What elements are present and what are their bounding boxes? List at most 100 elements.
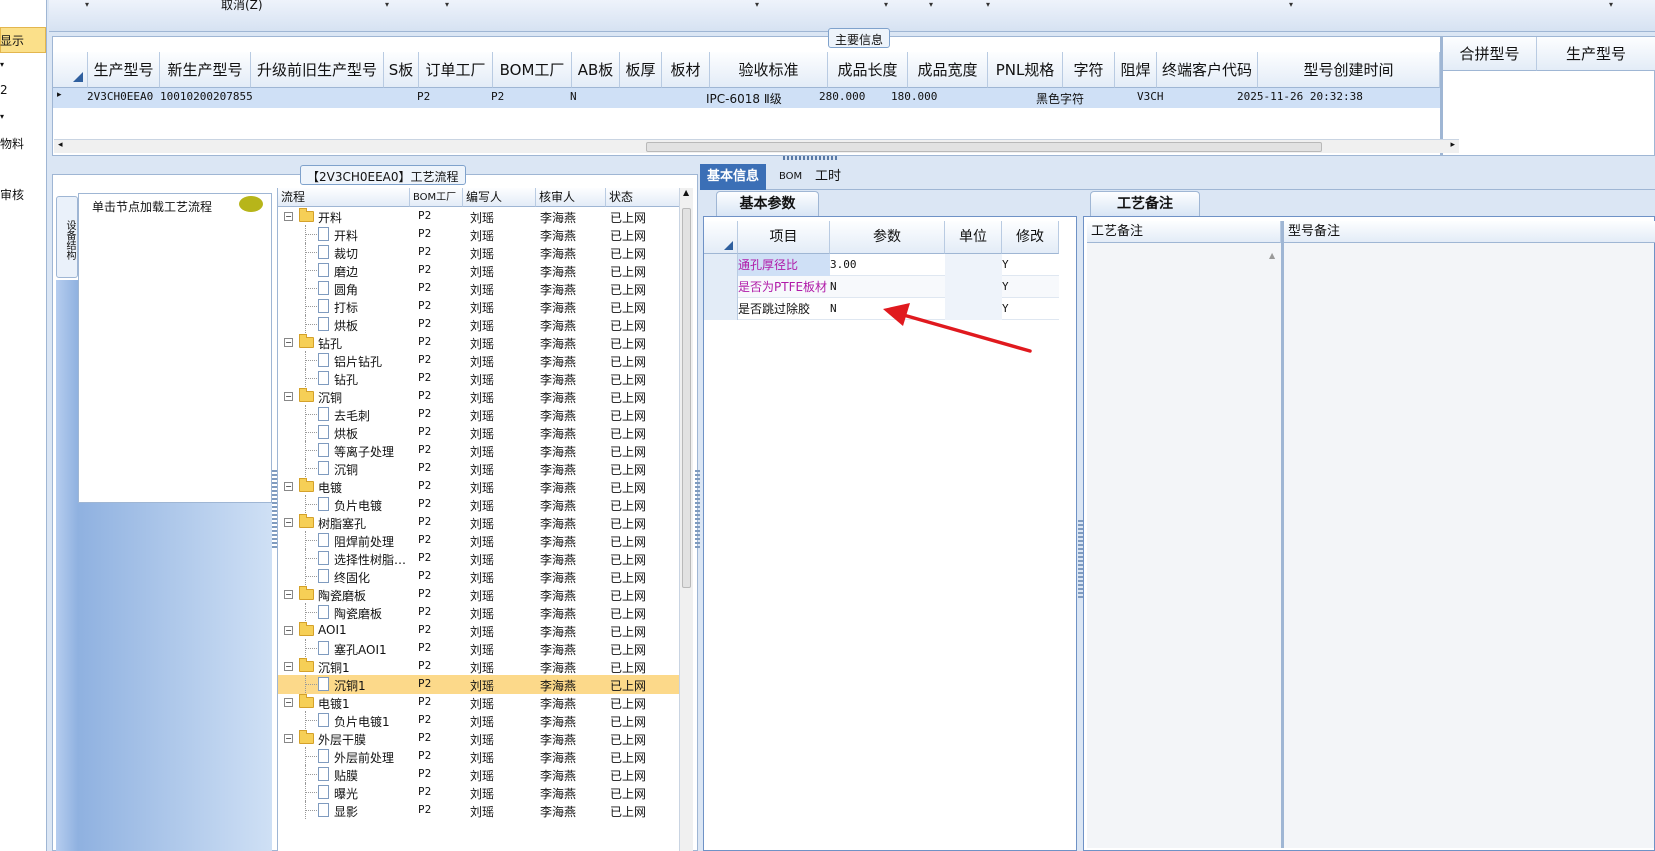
cell-created[interactable]: 2025-11-26 20:32:38 — [1237, 90, 1363, 103]
vertical-scrollbar[interactable]: ▲ — [679, 188, 693, 851]
tree-node-group[interactable]: − 沉铜 P2 刘瑶 李海燕 已上网 — [278, 387, 679, 406]
splitter-grip[interactable] — [695, 470, 700, 550]
cell-prod-no[interactable]: 2V3CH0EEA0 — [87, 90, 153, 103]
tree-node-step[interactable]: 去毛刺 P2 刘瑶 李海燕 已上网 — [278, 405, 679, 424]
tab-equipment-structure[interactable]: 设备结构 — [56, 196, 78, 278]
tree-node-group[interactable]: − 树脂塞孔 P2 刘瑶 李海燕 已上网 — [278, 513, 679, 532]
chevron-down-icon[interactable]: ▾ — [1609, 0, 1613, 9]
tree-node-group[interactable]: − 开料 P2 刘瑶 李海燕 已上网 — [278, 207, 679, 226]
tree-node-step[interactable]: 曝光 P2 刘瑶 李海燕 已上网 — [278, 783, 679, 802]
left-nav-item-material[interactable]: 物料 — [0, 135, 24, 152]
chevron-down-icon[interactable]: ▾ — [929, 0, 933, 9]
param-unit[interactable] — [945, 276, 1002, 298]
scroll-up-icon[interactable]: ▲ — [683, 188, 689, 197]
param-item[interactable]: 通孔厚径比 — [738, 254, 830, 276]
tab-work-hours[interactable]: 工时 — [808, 164, 848, 190]
tree-node-step[interactable]: 圆角 P2 刘瑶 李海燕 已上网 — [278, 279, 679, 298]
tree-node-group[interactable]: − 沉铜1 P2 刘瑶 李海燕 已上网 — [278, 657, 679, 676]
chevron-down-icon[interactable]: ▾ — [85, 0, 89, 9]
process-remark-text[interactable] — [1087, 243, 1281, 848]
column-header[interactable]: 核审人 — [536, 188, 606, 207]
column-header[interactable]: 合拼型号 — [1443, 37, 1537, 71]
collapse-icon[interactable]: − — [284, 212, 293, 221]
param-item[interactable]: 是否为PTFE板材 — [738, 276, 830, 298]
tree-node-step[interactable]: 磨边 P2 刘瑶 李海燕 已上网 — [278, 261, 679, 280]
column-header[interactable]: 字符 — [1063, 52, 1115, 88]
column-header[interactable]: 型号备注 — [1284, 221, 1655, 243]
cell-bom-factory[interactable]: P2 — [491, 90, 504, 103]
tree-node-step[interactable]: 等离子处理 P2 刘瑶 李海燕 已上网 — [278, 441, 679, 460]
tree-node-step[interactable]: 钻孔 P2 刘瑶 李海燕 已上网 — [278, 369, 679, 388]
column-header[interactable]: 升级前旧生产型号 — [251, 52, 384, 88]
tree-node-step[interactable]: 负片电镀1 P2 刘瑶 李海燕 已上网 — [278, 711, 679, 730]
cancel-button[interactable]: 取消(Z) — [221, 0, 263, 13]
tree-node-step[interactable]: 负片电镀 P2 刘瑶 李海燕 已上网 — [278, 495, 679, 514]
tab-basic-params[interactable]: 基本参数 — [716, 191, 819, 216]
scrollbar-thumb[interactable] — [646, 142, 1322, 152]
column-header[interactable]: 终端客户代码 — [1157, 52, 1258, 88]
tab-bom[interactable]: BOM — [772, 164, 809, 190]
cell-order-factory[interactable]: P2 — [417, 90, 430, 103]
cell-char[interactable]: 黑色字符 — [1036, 90, 1084, 107]
column-header[interactable]: 成品宽度 — [908, 52, 988, 88]
tree-node-step[interactable]: 开料 P2 刘瑶 李海燕 已上网 — [278, 225, 679, 244]
chevron-down-icon[interactable]: ▾ — [884, 0, 888, 9]
tree-node-step[interactable]: 铝片钻孔 P2 刘瑶 李海燕 已上网 — [278, 351, 679, 370]
collapse-icon[interactable]: − — [284, 590, 293, 599]
param-edit[interactable]: Y — [1002, 276, 1059, 298]
column-header[interactable]: 编写人 — [463, 188, 536, 207]
column-header[interactable]: 修改 — [1002, 221, 1059, 254]
tree-node-step[interactable]: 外层前处理 P2 刘瑶 李海燕 已上网 — [278, 747, 679, 766]
tree-node-step[interactable]: 打标 P2 刘瑶 李海燕 已上网 — [278, 297, 679, 316]
column-header[interactable]: 生产型号 — [1537, 37, 1655, 71]
column-header[interactable]: 阻焊 — [1115, 52, 1157, 88]
param-value[interactable]: 3.00 — [830, 254, 945, 276]
left-nav-item-display[interactable]: 显示 — [0, 32, 24, 49]
collapse-icon[interactable]: − — [284, 482, 293, 491]
chevron-down-icon[interactable]: ▾ — [385, 0, 389, 9]
chevron-down-icon[interactable]: ▾ — [1289, 0, 1293, 9]
table-row[interactable]: 通孔厚径比 3.00 Y — [738, 254, 1059, 276]
column-header[interactable]: 工艺备注 — [1087, 221, 1281, 243]
tree-node-step[interactable]: 陶瓷磨板 P2 刘瑶 李海燕 已上网 — [278, 603, 679, 622]
param-edit[interactable]: Y — [1002, 254, 1059, 276]
cell-length[interactable]: 280.000 — [819, 90, 865, 103]
cell-customer-code[interactable]: V3CH — [1137, 90, 1164, 103]
tree-node-step[interactable]: 终固化 P2 刘瑶 李海燕 已上网 — [278, 567, 679, 586]
tree-node-step[interactable]: 裁切 P2 刘瑶 李海燕 已上网 — [278, 243, 679, 262]
collapse-icon[interactable]: − — [284, 518, 293, 527]
table-row[interactable]: 是否为PTFE板材 N Y — [738, 276, 1059, 298]
column-header[interactable]: 生产型号 — [88, 52, 160, 88]
scroll-up-icon[interactable]: ▲ — [1269, 251, 1275, 260]
tree-node-step[interactable]: 选择性树脂… P2 刘瑶 李海燕 已上网 — [278, 549, 679, 568]
column-header[interactable]: 板厚 — [620, 52, 662, 88]
collapse-icon[interactable]: − — [284, 734, 293, 743]
tree-node-step[interactable]: 沉铜 P2 刘瑶 李海燕 已上网 — [278, 459, 679, 478]
column-header[interactable]: S板 — [384, 52, 419, 88]
column-header[interactable]: 项目 — [738, 221, 830, 254]
scroll-right-icon[interactable]: ▸ — [1450, 140, 1455, 150]
column-header[interactable]: 单位 — [945, 221, 1002, 254]
tree-node-group[interactable]: − 陶瓷磨板 P2 刘瑶 李海燕 已上网 — [278, 585, 679, 604]
cell-standard[interactable]: IPC-6018 Ⅱ级 — [706, 90, 782, 107]
column-header[interactable]: 板材 — [662, 52, 710, 88]
column-header[interactable]: 状态 — [606, 188, 679, 207]
cell-new-prod-no[interactable]: 10010200207855 — [160, 90, 253, 103]
collapse-icon[interactable]: − — [284, 626, 293, 635]
chevron-down-icon[interactable]: ▾ — [445, 0, 449, 9]
param-value[interactable]: N — [830, 276, 945, 298]
tree-node-group[interactable]: − AOI1 P2 刘瑶 李海燕 已上网 — [278, 621, 679, 640]
column-header[interactable]: 流程 — [278, 188, 410, 207]
tree-node-group[interactable]: − 钻孔 P2 刘瑶 李海燕 已上网 — [278, 333, 679, 352]
collapse-icon[interactable]: − — [284, 338, 293, 347]
splitter-grip[interactable] — [783, 156, 839, 160]
tree-node-step[interactable]: 阻焊前处理 P2 刘瑶 李海燕 已上网 — [278, 531, 679, 550]
tree-node-step[interactable]: 烘板 P2 刘瑶 李海燕 已上网 — [278, 423, 679, 442]
scrollbar-thumb[interactable] — [682, 208, 691, 588]
tab-basic-info[interactable]: 基本信息 — [700, 164, 767, 190]
column-header[interactable]: 型号创建时间 — [1258, 52, 1440, 88]
collapse-icon[interactable]: − — [284, 662, 293, 671]
tree-node-group[interactable]: − 外层干膜 P2 刘瑶 李海燕 已上网 — [278, 729, 679, 748]
tree-node-step[interactable]: 沉铜1 P2 刘瑶 李海燕 已上网 — [278, 675, 679, 694]
column-header[interactable]: 订单工厂 — [419, 52, 493, 88]
